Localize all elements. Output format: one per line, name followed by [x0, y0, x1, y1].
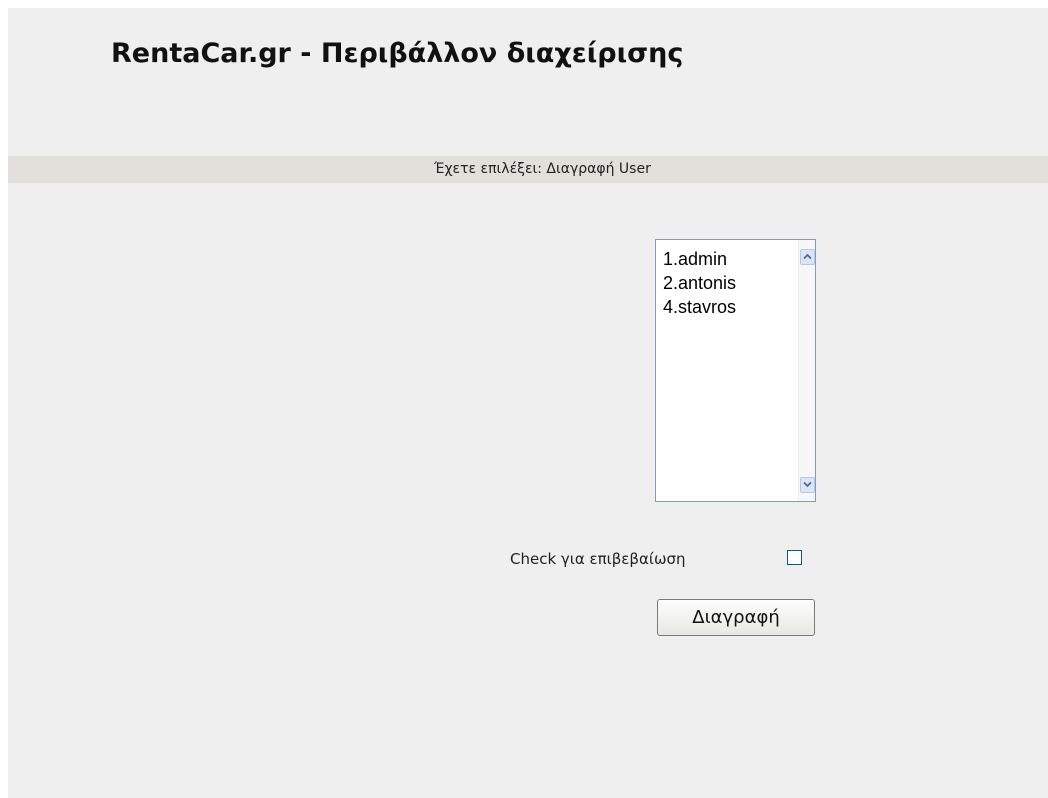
status-text: Έχετε επιλέξει: Διαγραφή User — [434, 161, 651, 177]
delete-button[interactable]: Διαγραφή — [657, 599, 815, 636]
chevron-up-icon — [803, 253, 812, 260]
page-title: RentaCar.gr - Περιβάλλον διαχείρισης — [111, 38, 684, 69]
confirm-checkbox[interactable] — [787, 550, 802, 565]
chevron-down-icon — [803, 481, 812, 488]
page: RentaCar.gr - Περιβάλλον διαχείρισης Έχε… — [8, 8, 1048, 798]
list-item[interactable]: 4.stavros — [663, 295, 736, 319]
list-item[interactable]: 2.antonis — [663, 271, 736, 295]
user-list[interactable]: 1.admin 2.antonis 4.stavros — [655, 239, 816, 502]
user-list-scrollbar[interactable] — [798, 240, 815, 501]
scroll-up-button[interactable] — [800, 249, 815, 265]
status-bar: Έχετε επιλέξει: Διαγραφή User — [8, 156, 1048, 183]
scroll-down-button[interactable] — [800, 477, 815, 493]
list-item[interactable]: 1.admin — [663, 247, 736, 271]
user-list-items: 1.admin 2.antonis 4.stavros — [663, 247, 736, 319]
confirm-label: Check για επιβεβαίωση — [510, 550, 686, 568]
